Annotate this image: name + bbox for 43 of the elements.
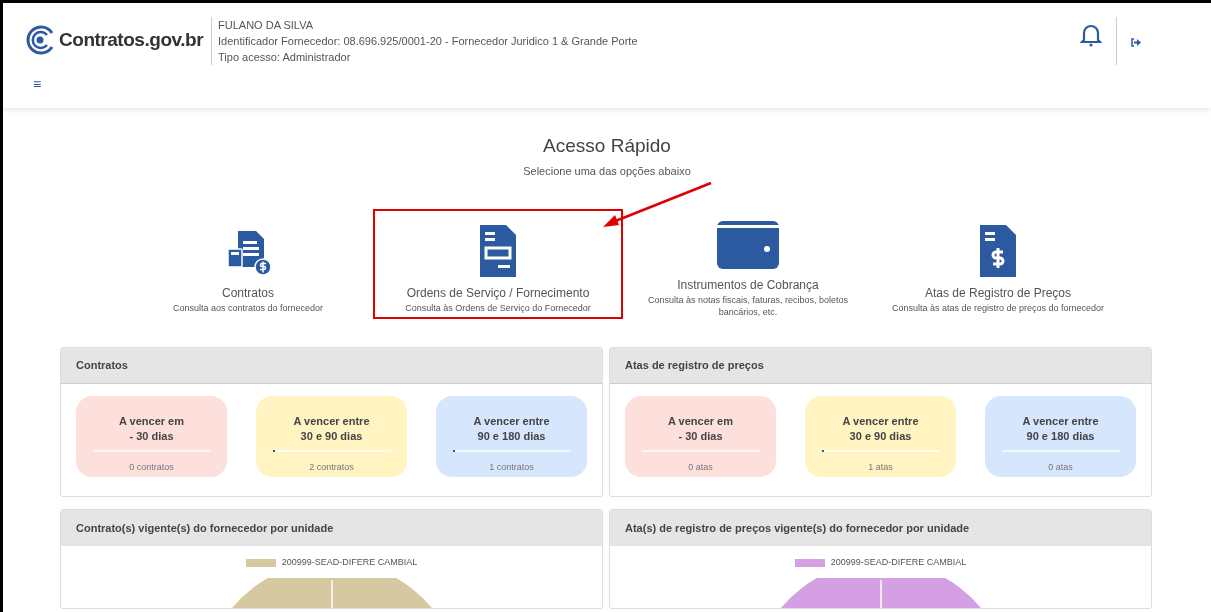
legend-label: 200999-SEAD-DIFERE CAMBIAL — [281, 556, 418, 569]
quick-access-title: Acesso Rápido — [543, 134, 671, 158]
logo-text: Contratos.gov.br — [59, 27, 204, 52]
card-count: 2 contratos — [309, 461, 354, 474]
notifications-bell-icon[interactable] — [1080, 23, 1102, 47]
card-label: A vencer entre 90 e 180 dias — [1022, 414, 1099, 444]
card-label: A vencer entre 30 e 90 dias — [293, 414, 370, 444]
panel-title: Ata(s) de registro de preços vigente(s) do fornecedor por unidade — [625, 520, 970, 536]
card-label: A vencer em - 30 dias — [668, 414, 733, 444]
option-title: Contratos — [222, 285, 274, 302]
card-count: 0 atas — [1048, 461, 1073, 474]
panel-title: Atas de registro de preços — [625, 358, 764, 374]
user-name: FULANO DA SILVA — [218, 18, 315, 33]
option-title: Atas de Registro de Preços — [924, 285, 1072, 302]
card-count: 0 contratos — [129, 461, 174, 474]
option-description: Consulta às atas de registro de preços do fornecedor — [890, 302, 1106, 314]
card-label: A vencer em - 30 dias — [119, 414, 184, 444]
option-title: Ordens de Serviço / Fornecimento — [406, 285, 590, 302]
document-icon — [478, 225, 518, 277]
quick-access-option[interactable]: Atas de Registro de Preços Consulta às atas de registro de preços do fornecedor — [873, 209, 1123, 319]
logo-icon — [25, 25, 55, 55]
option-title: Instrumentos de Cobrança — [677, 277, 819, 294]
card-count: 1 atas — [868, 461, 893, 474]
wallet-icon — [717, 221, 779, 269]
option-description: Consulta às Ordens de Serviço do Fornecedor — [404, 302, 592, 314]
legend-label: 200999-SEAD-DIFERE CAMBIAL — [830, 556, 967, 569]
card-label: A vencer entre 90 e 180 dias — [473, 414, 550, 444]
option-description: Consulta aos contratos do fornecedor — [171, 302, 325, 314]
quick-access-option[interactable]: Ordens de Serviço / Fornecimento Consulta às Ordens de Serviço do Fornecedor — [373, 209, 623, 319]
quick-access-option[interactable]: Contratos Consulta aos contratos do fornecedor — [123, 209, 373, 319]
quick-access-subtitle: Selecione uma das opções abaixo — [523, 163, 691, 179]
document-dollar-icon — [978, 225, 1018, 277]
card-count: 0 atas — [688, 461, 713, 474]
menu-button[interactable]: ≡ — [33, 77, 42, 91]
quick-access-option[interactable]: Instrumentos de Cobrança Consulta às notas fiscais, faturas, recibos, boletos bancários, etc. — [623, 209, 873, 319]
card-label: A vencer entre 30 e 90 dias — [842, 414, 919, 444]
supplier-identifier: Identificador Fornecedor: 08.696.925/0001-20 - Fornecedor Juridico 1 & Grande Porte — [218, 34, 638, 49]
logout-icon[interactable] — [1131, 38, 1141, 47]
access-type: Tipo acesso: Administrador — [218, 50, 352, 65]
panel-title: Contrato(s) vigente(s) do fornecedor por unidade — [76, 520, 334, 536]
panel-title: Contratos — [76, 358, 128, 374]
card-count: 1 contratos — [489, 461, 534, 474]
option-description: Consulta às notas fiscais, faturas, recibos, boletos bancários, etc. — [646, 294, 850, 318]
